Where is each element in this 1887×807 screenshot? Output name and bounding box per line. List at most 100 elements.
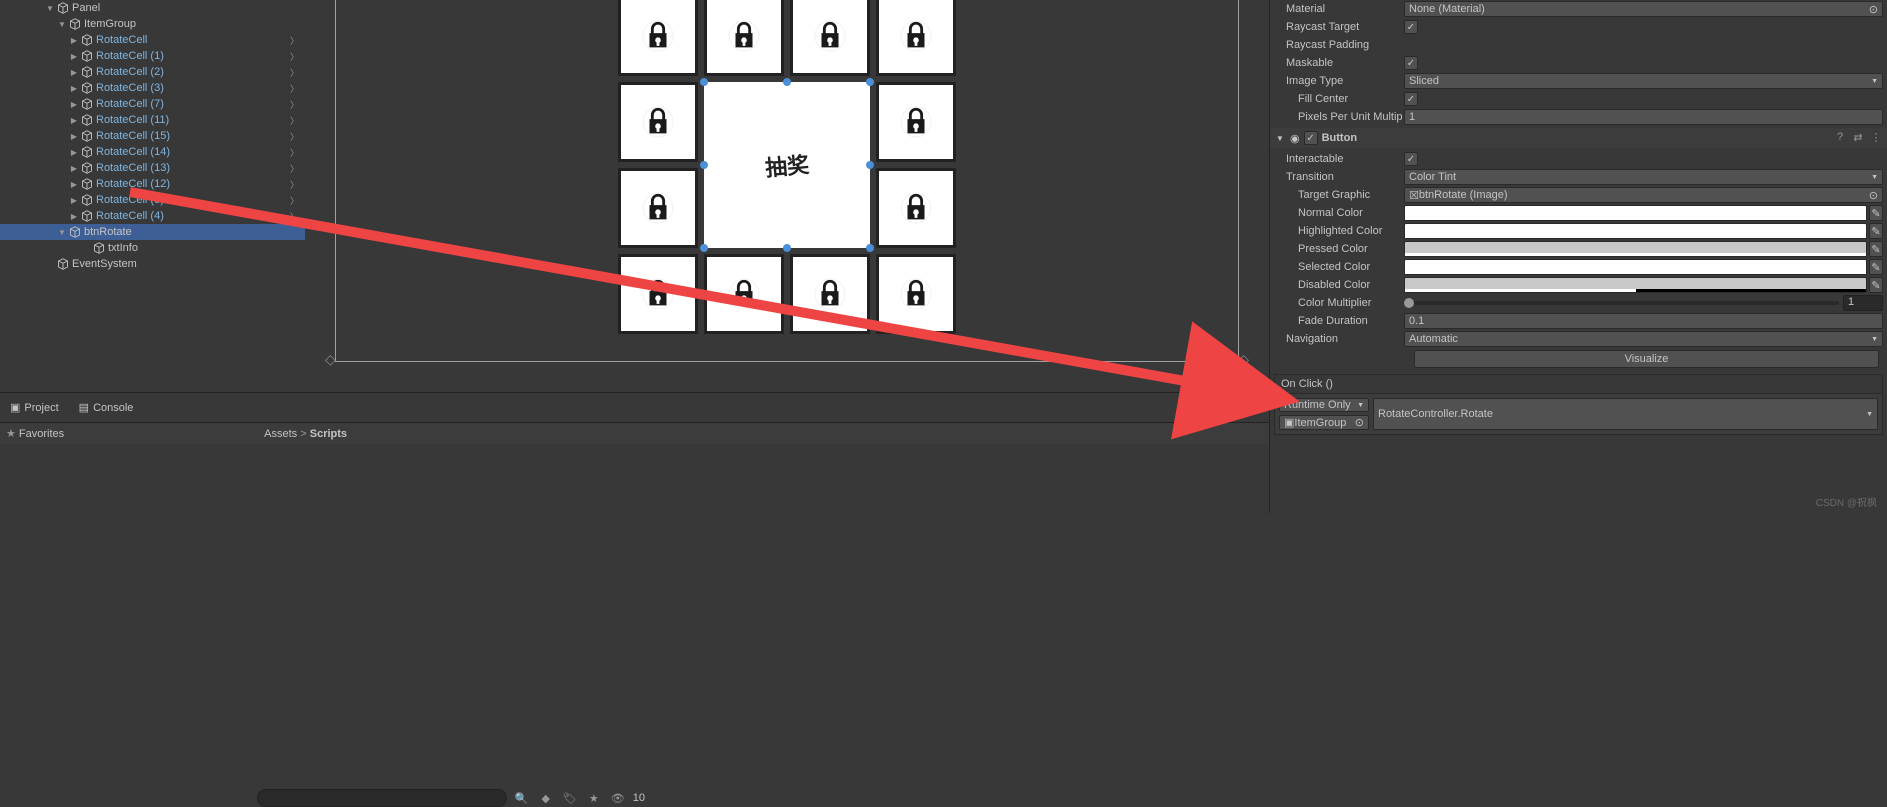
foldout-arrow[interactable]: [68, 98, 80, 110]
ppu-field[interactable]: 1: [1404, 109, 1883, 125]
hierarchy-item[interactable]: RotateCell (2)〉: [0, 64, 305, 80]
selected-color-picker[interactable]: ✎: [1869, 259, 1883, 275]
prefab-chevron-icon[interactable]: 〉: [290, 66, 299, 79]
canvas-handle-br[interactable]: ◇: [1238, 351, 1249, 368]
color-multiplier-field[interactable]: 1: [1843, 295, 1883, 311]
rotate-cell[interactable]: [790, 254, 870, 334]
scene-view[interactable]: ◇ ◇ 抽奖: [305, 0, 1269, 392]
rotate-cell[interactable]: [704, 0, 784, 76]
rotate-cell[interactable]: [618, 82, 698, 162]
fill-center-checkbox[interactable]: [1404, 92, 1418, 106]
rotate-cell[interactable]: [704, 254, 784, 334]
hierarchy-item[interactable]: RotateCell (4)〉: [0, 208, 305, 224]
selection-handle[interactable]: [866, 161, 874, 169]
rotate-cell[interactable]: [618, 0, 698, 76]
raycast-target-checkbox[interactable]: [1404, 20, 1418, 34]
canvas-handle-bl[interactable]: ◇: [325, 351, 336, 368]
image-type-dropdown[interactable]: Sliced: [1404, 73, 1883, 89]
foldout-arrow[interactable]: [68, 50, 80, 62]
interactable-checkbox[interactable]: [1404, 152, 1418, 166]
fold-icon[interactable]: ▼: [1274, 134, 1286, 143]
hierarchy-item[interactable]: btnRotate: [0, 224, 305, 240]
hidden-icon[interactable]: 👁: [609, 789, 627, 807]
hierarchy-item[interactable]: EventSystem: [0, 256, 305, 272]
rotate-cell[interactable]: [876, 0, 956, 76]
rotate-cell[interactable]: [618, 254, 698, 334]
foldout-arrow[interactable]: [68, 66, 80, 78]
hierarchy-item[interactable]: RotateCell (1)〉: [0, 48, 305, 64]
filter-icon[interactable]: ◆: [537, 789, 555, 807]
rotate-cell[interactable]: [876, 254, 956, 334]
prefab-chevron-icon[interactable]: 〉: [290, 114, 299, 127]
color-multiplier-slider[interactable]: [1404, 301, 1839, 305]
prefab-chevron-icon[interactable]: 〉: [290, 50, 299, 63]
navigation-dropdown[interactable]: Automatic: [1404, 331, 1883, 347]
tag-icon[interactable]: 🏷: [561, 789, 579, 807]
hierarchy-item[interactable]: txtInfo: [0, 240, 305, 256]
maskable-checkbox[interactable]: [1404, 56, 1418, 70]
button-enabled-checkbox[interactable]: [1304, 131, 1318, 145]
hierarchy-item[interactable]: RotateCell (14)〉: [0, 144, 305, 160]
prefab-chevron-icon[interactable]: 〉: [290, 162, 299, 175]
prefab-chevron-icon[interactable]: 〉: [290, 210, 299, 223]
hierarchy-item[interactable]: RotateCell〉: [0, 32, 305, 48]
selection-handle[interactable]: [783, 78, 791, 86]
visualize-button[interactable]: Visualize: [1414, 350, 1879, 368]
selection-handle[interactable]: [700, 78, 708, 86]
prefab-chevron-icon[interactable]: 〉: [290, 146, 299, 159]
selected-color-swatch[interactable]: [1404, 259, 1867, 275]
foldout-arrow[interactable]: [68, 130, 80, 142]
highlighted-color-picker[interactable]: ✎: [1869, 223, 1883, 239]
hierarchy-item[interactable]: RotateCell (8)〉: [0, 192, 305, 208]
foldout-arrow[interactable]: [68, 34, 80, 46]
search-icon[interactable]: 🔍: [513, 789, 531, 807]
hierarchy-item[interactable]: Panel: [0, 0, 305, 16]
foldout-arrow[interactable]: [56, 18, 68, 30]
selection-handle[interactable]: [700, 244, 708, 252]
btn-rotate[interactable]: 抽奖: [704, 82, 870, 248]
hierarchy-item[interactable]: RotateCell (12)〉: [0, 176, 305, 192]
hierarchy-item[interactable]: ItemGroup: [0, 16, 305, 32]
hierarchy-item[interactable]: RotateCell (3)〉: [0, 80, 305, 96]
normal-color-picker[interactable]: ✎: [1869, 205, 1883, 221]
foldout-arrow[interactable]: [44, 2, 56, 14]
prefab-chevron-icon[interactable]: 〉: [290, 98, 299, 111]
foldout-arrow[interactable]: [68, 162, 80, 174]
target-graphic-field[interactable]: ☒ btnRotate (Image): [1404, 187, 1883, 203]
selection-handle[interactable]: [866, 244, 874, 252]
material-field[interactable]: None (Material): [1404, 1, 1883, 17]
console-tab[interactable]: ▤Console: [69, 397, 144, 418]
foldout-arrow[interactable]: [68, 146, 80, 158]
disabled-color-picker[interactable]: ✎: [1869, 277, 1883, 293]
prefab-chevron-icon[interactable]: 〉: [290, 130, 299, 143]
rotate-cell[interactable]: [618, 168, 698, 248]
prefab-chevron-icon[interactable]: 〉: [290, 194, 299, 207]
prefab-chevron-icon[interactable]: 〉: [290, 34, 299, 47]
fade-duration-field[interactable]: 0.1: [1404, 313, 1883, 329]
selection-handle[interactable]: [700, 161, 708, 169]
breadcrumb[interactable]: Assets > Scripts: [264, 428, 347, 440]
normal-color-swatch[interactable]: [1404, 205, 1867, 221]
project-tab[interactable]: ▣Project: [0, 397, 69, 418]
foldout-arrow[interactable]: [68, 82, 80, 94]
onclick-target-field[interactable]: ▣ ItemGroup: [1279, 415, 1369, 430]
pressed-color-swatch[interactable]: [1404, 241, 1867, 257]
project-search[interactable]: [257, 789, 507, 807]
selection-handle[interactable]: [783, 244, 791, 252]
disabled-color-swatch[interactable]: [1404, 277, 1867, 293]
runtime-dropdown[interactable]: Runtime Only: [1279, 398, 1369, 412]
foldout-arrow[interactable]: [68, 210, 80, 222]
foldout-arrow[interactable]: [56, 226, 68, 238]
foldout-arrow[interactable]: [68, 178, 80, 190]
onclick-method-dropdown[interactable]: RotateController.Rotate: [1373, 398, 1878, 430]
star-icon[interactable]: ★: [585, 789, 603, 807]
transition-dropdown[interactable]: Color Tint: [1404, 169, 1883, 185]
menu-icon[interactable]: ⋮: [1869, 131, 1883, 145]
foldout-arrow[interactable]: [68, 114, 80, 126]
hierarchy-item[interactable]: RotateCell (13)〉: [0, 160, 305, 176]
preset-icon[interactable]: ⇄: [1851, 131, 1865, 145]
prefab-chevron-icon[interactable]: 〉: [290, 178, 299, 191]
hierarchy-item[interactable]: RotateCell (15)〉: [0, 128, 305, 144]
pressed-color-picker[interactable]: ✎: [1869, 241, 1883, 257]
prefab-chevron-icon[interactable]: 〉: [290, 82, 299, 95]
